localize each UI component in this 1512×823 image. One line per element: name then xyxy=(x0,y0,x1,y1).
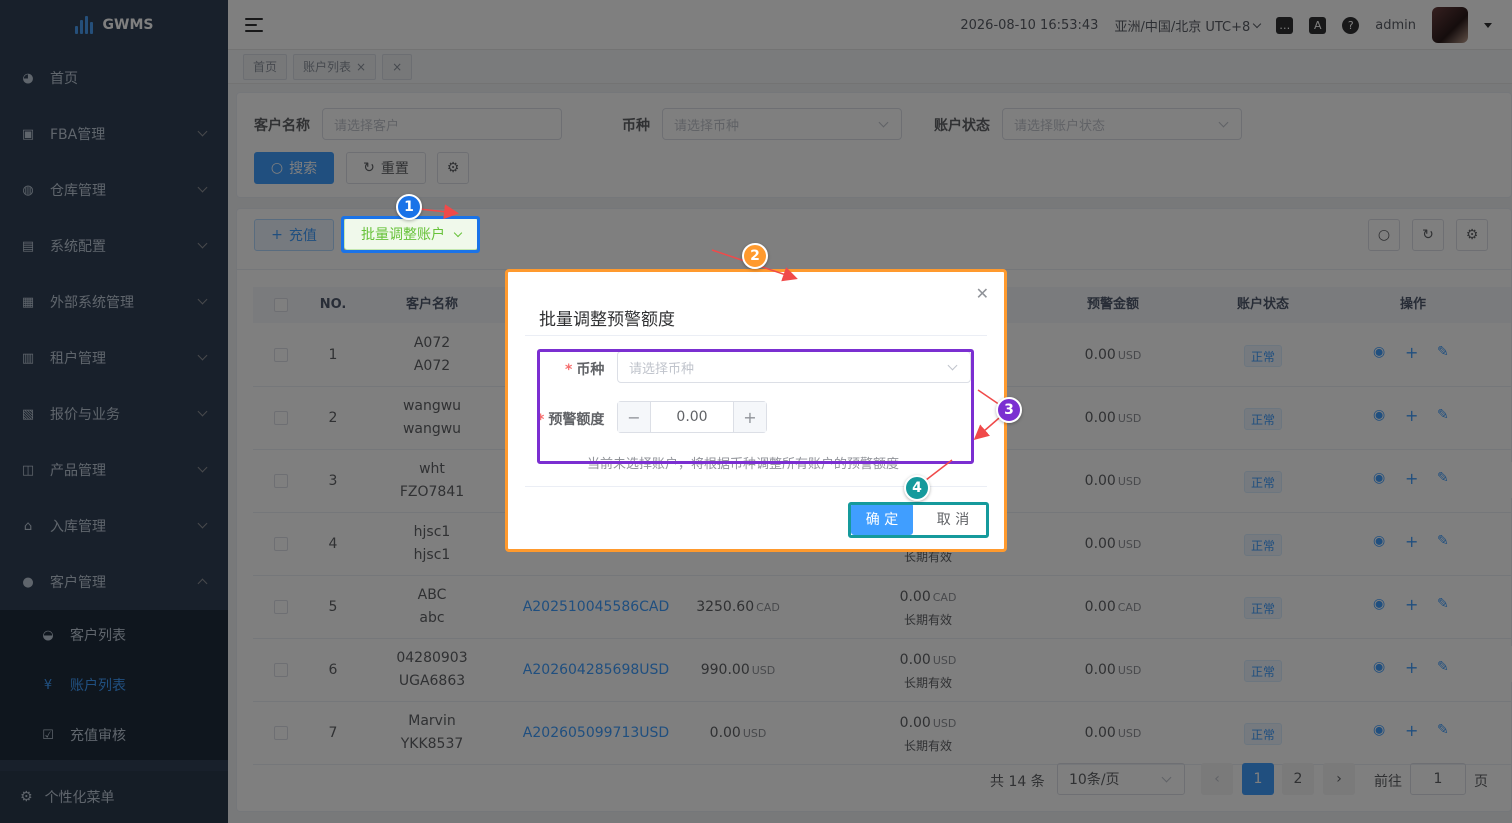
annotation-box-4 xyxy=(848,502,989,538)
annotation-badge-4: 4 xyxy=(904,475,930,501)
annotation-badge-2: 2 xyxy=(742,243,768,269)
annotation-badge-1: 1 xyxy=(396,194,422,220)
annotation-box-3 xyxy=(537,349,974,464)
annotation-badge-3: 3 xyxy=(996,397,1022,423)
annotation-box-1 xyxy=(341,216,480,253)
